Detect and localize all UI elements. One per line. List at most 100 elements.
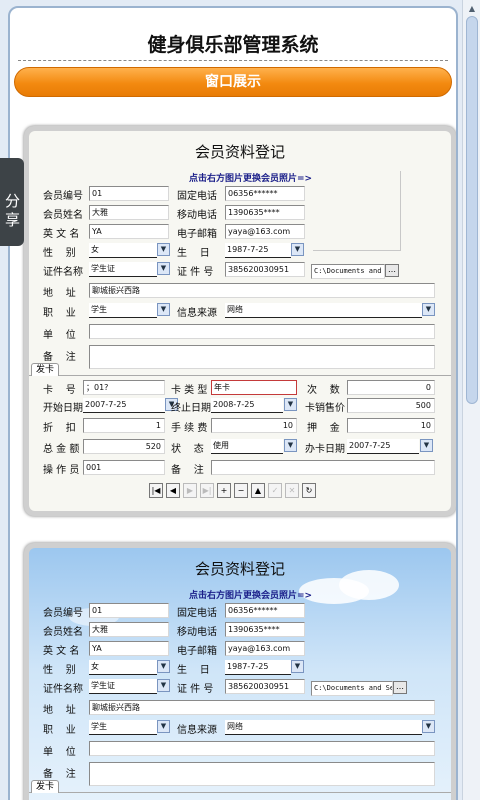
label-operator: 操 作 员 <box>43 465 80 476</box>
member-id-field[interactable]: 01 <box>89 603 169 618</box>
label-status: 状 态 <box>171 444 204 455</box>
card-tabstrip <box>29 375 451 376</box>
name-field[interactable]: 大雅 <box>89 622 169 637</box>
total-field[interactable]: 520 <box>83 439 165 454</box>
label-member-id: 会员编号 <box>43 608 83 619</box>
label-id-type: 证件名称 <box>43 267 83 278</box>
chevron-down-icon[interactable]: ▼ <box>157 303 170 316</box>
tab-issue-card[interactable]: 发卡 <box>31 780 60 793</box>
company-field[interactable] <box>89 741 435 756</box>
email-field[interactable]: yaya@163.com <box>225 224 305 239</box>
chevron-down-icon[interactable]: ▼ <box>157 243 170 256</box>
chevron-down-icon[interactable]: ▼ <box>157 660 170 673</box>
id-type-select[interactable]: 学生证 <box>89 679 157 694</box>
start-date-picker[interactable]: 2007-7-25 <box>83 398 165 413</box>
birthday-picker[interactable]: 1987-7-25 <box>225 660 291 675</box>
browse-button[interactable]: … <box>385 264 399 277</box>
phone-field[interactable]: 06356****** <box>225 186 305 201</box>
label-start-date: 开始日期 <box>43 403 83 414</box>
vertical-scrollbar[interactable]: ▲ <box>462 0 480 800</box>
label-email: 电子邮箱 <box>177 229 217 240</box>
edit-record-button[interactable]: ▲ <box>251 483 265 498</box>
gender-select[interactable]: 女 <box>89 243 157 258</box>
remarks-field[interactable] <box>89 762 435 786</box>
email-field[interactable]: yaya@163.com <box>225 641 305 656</box>
next-record-button[interactable]: ▶ <box>183 483 197 498</box>
birthday-picker[interactable]: 1987-7-25 <box>225 243 291 258</box>
tab-issue-card[interactable]: 发卡 <box>31 363 60 376</box>
label-end-date: 终止日期 <box>171 403 211 414</box>
mobile-field[interactable]: 1390635**** <box>225 205 305 220</box>
gender-select[interactable]: 女 <box>89 660 157 675</box>
add-record-button[interactable]: + <box>217 483 231 498</box>
card-type-field[interactable]: 年卡 <box>211 380 297 395</box>
fee-field[interactable]: 10 <box>211 418 297 433</box>
name-field[interactable]: 大雅 <box>89 205 169 220</box>
job-select[interactable]: 学生 <box>89 303 157 318</box>
photo-path-field[interactable]: C:\Documents and <box>311 264 385 279</box>
chevron-down-icon[interactable]: ▼ <box>422 303 435 316</box>
card-remark-field[interactable] <box>211 460 435 475</box>
company-field[interactable] <box>89 324 435 339</box>
remarks-field[interactable] <box>89 345 435 369</box>
address-field[interactable]: 聊城振兴西路 <box>89 283 435 298</box>
issue-date-picker[interactable]: 2007-7-25 <box>347 439 419 454</box>
prev-record-button[interactable]: ◀ <box>166 483 180 498</box>
status-select[interactable]: 使用 <box>211 439 283 454</box>
form-title: 会员资料登记 <box>194 143 285 161</box>
id-no-field[interactable]: 385620030951 <box>225 262 305 277</box>
label-fee: 手 续 费 <box>171 423 208 434</box>
refresh-record-button[interactable]: ↻ <box>302 483 316 498</box>
first-record-button[interactable]: |◀ <box>149 483 163 498</box>
delete-record-button[interactable]: − <box>234 483 248 498</box>
discount-field[interactable]: 1 <box>83 418 165 433</box>
member-id-field[interactable]: 01 <box>89 186 169 201</box>
post-record-button[interactable]: ✓ <box>268 483 282 498</box>
browse-button[interactable]: … <box>393 681 407 694</box>
chevron-down-icon[interactable]: ▼ <box>291 243 304 256</box>
member-photo[interactable] <box>313 171 401 251</box>
address-field[interactable]: 聊城振兴西路 <box>89 700 435 715</box>
end-date-picker[interactable]: 2008-7-25 <box>211 398 283 413</box>
label-phone: 固定电话 <box>177 608 217 619</box>
label-deposit: 押 金 <box>307 423 340 434</box>
id-type-select[interactable]: 学生证 <box>89 262 157 277</box>
mobile-field[interactable]: 1390635**** <box>225 622 305 637</box>
source-select[interactable]: 网络 <box>225 720 422 735</box>
label-total: 总 金 额 <box>43 444 80 455</box>
id-no-field[interactable]: 385620030951 <box>225 679 305 694</box>
section-header[interactable]: 窗口展示 <box>14 67 452 97</box>
chevron-down-icon[interactable]: ▼ <box>157 679 170 692</box>
english-name-field[interactable]: YA <box>89 224 169 239</box>
card-no-field[interactable]: ；01? <box>83 380 165 395</box>
window-screenshot-1: 会员资料登记 点击右方图片更换会员照片=> 会员编号 01 会员姓名 大雅 英 … <box>24 126 456 516</box>
cancel-record-button[interactable]: ✕ <box>285 483 299 498</box>
scroll-up-icon[interactable]: ▲ <box>465 2 479 16</box>
source-select[interactable]: 网络 <box>225 303 422 318</box>
chevron-down-icon[interactable]: ▼ <box>284 439 297 452</box>
operator-field[interactable]: 001 <box>83 460 165 475</box>
scrollbar-thumb[interactable] <box>466 16 478 404</box>
form-title: 会员资料登记 <box>194 560 285 578</box>
times-field[interactable]: 0 <box>347 380 435 395</box>
last-record-button[interactable]: ▶| <box>200 483 214 498</box>
chevron-down-icon[interactable]: ▼ <box>422 720 435 733</box>
deposit-field[interactable]: 10 <box>347 418 435 433</box>
chevron-down-icon[interactable]: ▼ <box>157 720 170 733</box>
label-remarks: 备 注 <box>43 769 76 780</box>
label-email: 电子邮箱 <box>177 646 217 657</box>
chevron-down-icon[interactable]: ▼ <box>284 398 297 411</box>
label-card-no: 卡 号 <box>43 385 76 396</box>
label-remarks: 备 注 <box>43 352 76 363</box>
photo-path-field[interactable]: C:\Documents and Se <box>311 681 393 696</box>
chevron-down-icon[interactable]: ▼ <box>420 439 433 452</box>
share-button[interactable]: 分享 <box>0 158 24 246</box>
photo-hint: 点击右方图片更换会员照片=> <box>189 174 313 184</box>
chevron-down-icon[interactable]: ▼ <box>291 660 304 673</box>
chevron-down-icon[interactable]: ▼ <box>157 262 170 275</box>
job-select[interactable]: 学生 <box>89 720 157 735</box>
phone-field[interactable]: 06356****** <box>225 603 305 618</box>
english-name-field[interactable]: YA <box>89 641 169 656</box>
price-field[interactable]: 500 <box>347 398 435 413</box>
label-mobile: 移动电话 <box>177 210 217 221</box>
